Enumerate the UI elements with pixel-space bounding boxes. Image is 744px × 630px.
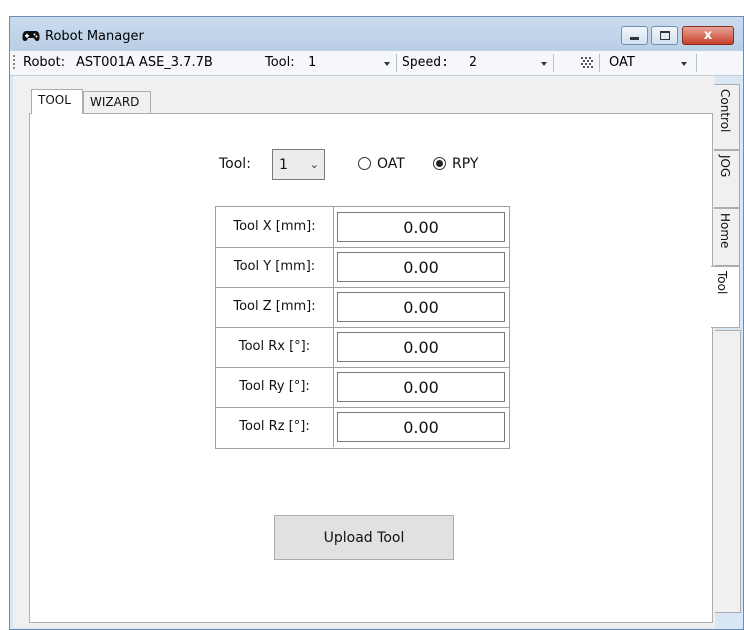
side-tab-tool-label: Tool [715, 271, 729, 295]
table-row: Tool Ry [°]: [216, 367, 509, 407]
toolbar-grip[interactable] [13, 55, 15, 71]
toolbar-separator [696, 54, 697, 72]
toolbar: Robot: AST001A ASE_3.7.7B Tool: 1 Speed:… [10, 51, 743, 76]
tool-number-label: Tool: [219, 156, 251, 172]
side-tab-home[interactable]: Home [714, 208, 740, 266]
tool-y-label: Tool Y [mm]: [233, 259, 316, 274]
tool-rz-label: Tool Rz [°]: [239, 419, 310, 434]
maximize-icon [659, 31, 670, 40]
tool-toolbar-select[interactable]: 1 [308, 55, 316, 70]
toolbar-separator [599, 54, 600, 72]
side-tab-tool[interactable]: Tool [711, 266, 740, 328]
tool-y-input[interactable] [337, 252, 505, 282]
tool-number-value: 1 [279, 157, 288, 173]
robot-label: Robot: [23, 55, 66, 70]
radio-selected-dot [436, 160, 443, 167]
tool-number-select[interactable]: 1 ⌄ [272, 149, 325, 180]
frame-select[interactable]: OAT [609, 55, 635, 70]
speed-select[interactable]: 2 [469, 55, 477, 70]
oat-radio[interactable] [358, 157, 371, 170]
minimize-button[interactable] [621, 26, 648, 45]
tool-z-label: Tool Z [mm]: [233, 299, 316, 314]
tool-toolbar-label: Tool: [265, 55, 295, 70]
tool-x-label: Tool X [mm]: [233, 219, 316, 234]
table-row: Tool X [mm]: [216, 207, 509, 247]
maximize-button[interactable] [651, 26, 678, 45]
gamepad-icon [22, 31, 40, 41]
table-row: Tool Rz [°]: [216, 407, 509, 447]
rpy-radio-label[interactable]: RPY [452, 156, 478, 172]
side-tab-filler [715, 330, 741, 613]
side-tab-control-label: Control [718, 89, 732, 133]
robot-value: AST001A ASE_3.7.7B [76, 55, 213, 70]
tool-rx-input[interactable] [337, 332, 505, 362]
table-row: Tool Rx [°]: [216, 327, 509, 367]
speed-dropdown-icon[interactable] [541, 62, 547, 66]
tool-ry-label: Tool Ry [°]: [239, 379, 310, 394]
rpy-radio[interactable] [433, 157, 446, 170]
side-tab-control[interactable]: Control [714, 84, 740, 150]
title-bar[interactable]: Robot Manager x [10, 17, 743, 51]
close-icon: x [703, 28, 713, 43]
window-title: Robot Manager [45, 29, 144, 44]
tool-x-input[interactable] [337, 212, 505, 242]
tool-offset-table: Tool X [mm]: Tool Y [mm]: Tool Z [mm]: T… [215, 206, 510, 449]
side-tab-jog[interactable]: JOG [714, 150, 740, 208]
grid-dots-icon[interactable] [581, 57, 594, 69]
close-button[interactable]: x [682, 26, 734, 45]
tool-rx-label: Tool Rx [°]: [238, 339, 311, 354]
chevron-down-icon: ⌄ [309, 158, 319, 171]
tool-z-input[interactable] [337, 292, 505, 322]
tool-rz-input[interactable] [337, 412, 505, 442]
minimize-icon [630, 36, 639, 40]
frame-dropdown-icon[interactable] [681, 62, 687, 66]
tab-wizard[interactable]: WIZARD [83, 91, 151, 113]
tool-dropdown-icon[interactable] [384, 62, 390, 66]
tab-tool[interactable]: TOOL [31, 89, 83, 114]
tool-ry-input[interactable] [337, 372, 505, 402]
toolbar-separator [396, 54, 397, 72]
oat-radio-label[interactable]: OAT [377, 156, 405, 172]
side-tab-home-label: Home [718, 213, 732, 249]
table-row: Tool Z [mm]: [216, 287, 509, 327]
toolbar-separator [553, 54, 554, 72]
speed-label: Speed: [402, 55, 449, 70]
table-row: Tool Y [mm]: [216, 247, 509, 287]
side-tab-jog-label: JOG [718, 155, 732, 178]
upload-tool-button[interactable]: Upload Tool [274, 515, 454, 560]
